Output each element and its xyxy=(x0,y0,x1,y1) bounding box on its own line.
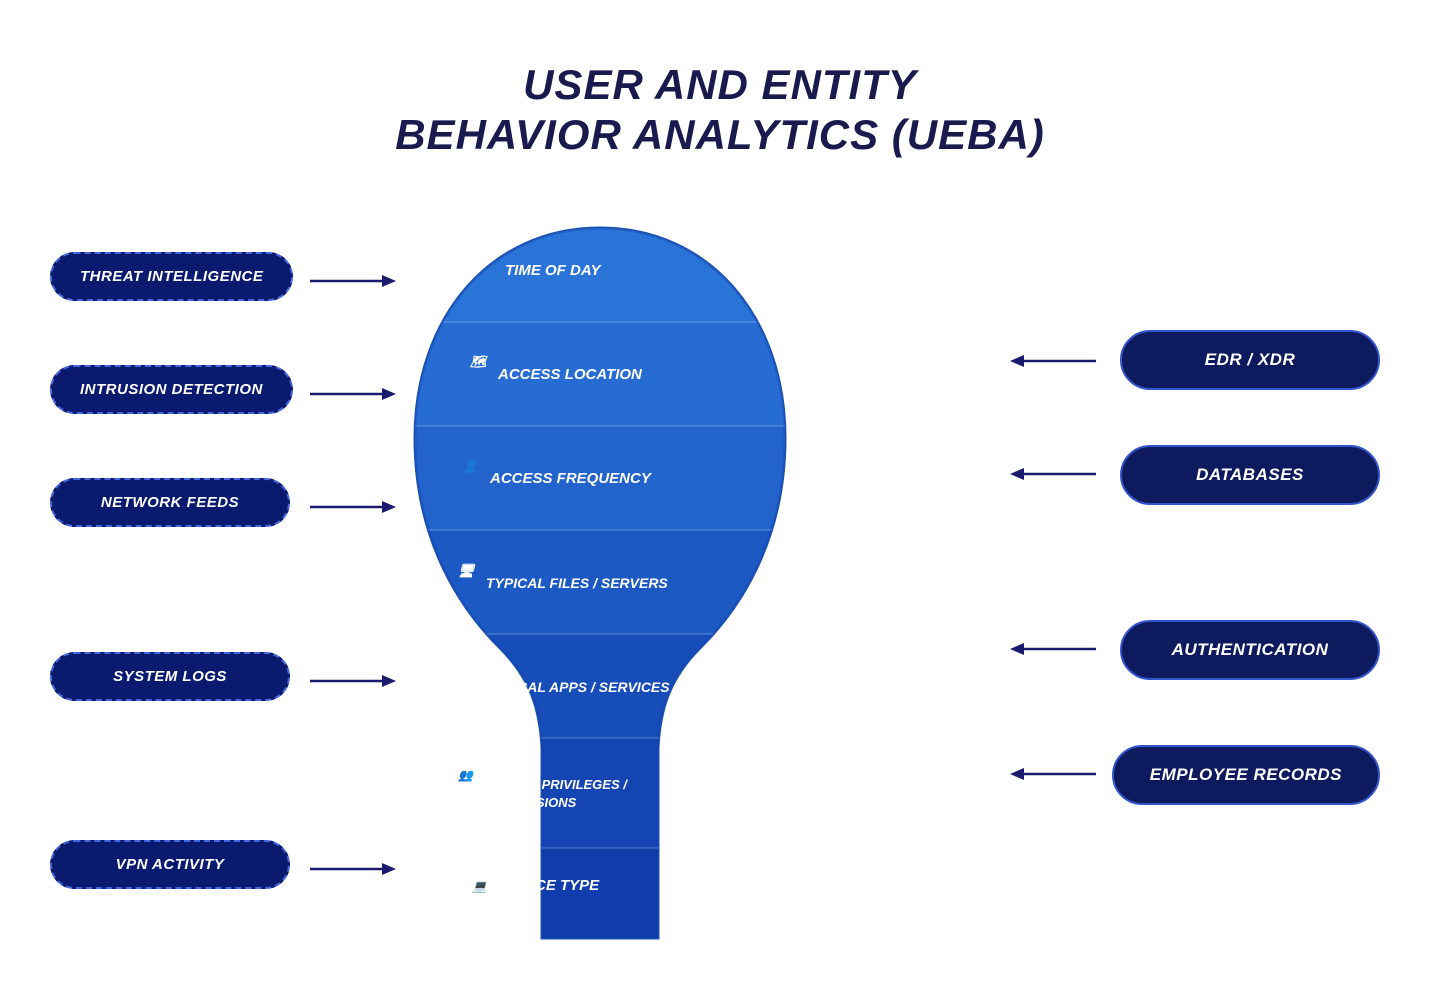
title-line2: BEHAVIOR ANALYTICS (UEBA) xyxy=(0,110,1440,160)
arrow-system-logs xyxy=(310,673,400,689)
svg-text:👤: 👤 xyxy=(462,458,480,473)
left-pill-system-logs: SYSTEM LOGS xyxy=(50,652,290,701)
right-pill-employee-records: EMPLOYEE RECORDS xyxy=(1112,745,1380,805)
arrow-databases xyxy=(1010,466,1100,482)
arrow-authentication xyxy=(1010,641,1100,657)
svg-text:ACCESS FREQUENCY: ACCESS FREQUENCY xyxy=(489,470,653,487)
svg-text:PERMISSIONS: PERMISSIONS xyxy=(486,795,577,810)
svg-text:💻: 💻 xyxy=(471,879,489,893)
svg-text:🗺: 🗺 xyxy=(469,354,488,369)
left-pill-threat-intelligence: THREAT INTELLIGENCE xyxy=(50,252,293,301)
title-line1: USER AND ENTITY xyxy=(0,60,1440,110)
svg-text:👥: 👥 xyxy=(458,768,475,782)
arrow-intrusion-detection xyxy=(310,386,400,402)
right-pill-databases: DATABASES xyxy=(1120,445,1380,505)
right-pill-authentication: AUTHENTICATION xyxy=(1120,620,1380,680)
diagram-container: ⏱ TIME OF DAY 🗺 ACCESS LOCATION 👤 ACCESS… xyxy=(0,200,1440,960)
page-title: USER AND ENTITY BEHAVIOR ANALYTICS (UEBA… xyxy=(0,0,1440,161)
svg-text:🖥: 🖥 xyxy=(458,667,476,682)
svg-text:TYPICAL FILES / SERVERS: TYPICAL FILES / SERVERS xyxy=(486,575,668,591)
svg-text:⏱: ⏱ xyxy=(480,251,492,266)
left-pill-intrusion-detection: INTRUSION DETECTION xyxy=(50,365,293,414)
left-pill-network-feeds: NETWORK FEEDS xyxy=(50,478,290,527)
svg-text:DEVICE TYPE: DEVICE TYPE xyxy=(500,877,600,894)
svg-text:ROLES / PRIVILEGES /: ROLES / PRIVILEGES / xyxy=(486,777,628,792)
head-silhouette: ⏱ TIME OF DAY 🗺 ACCESS LOCATION 👤 ACCESS… xyxy=(390,218,810,948)
left-pill-vpn-activity: VPN ACTIVITY xyxy=(50,840,290,889)
svg-text:TIME OF DAY: TIME OF DAY xyxy=(505,262,603,279)
arrow-employee-records xyxy=(1010,766,1100,782)
right-pill-edr-xdr: EDR / XDR xyxy=(1120,330,1380,390)
svg-text:🖥: 🖥 xyxy=(458,563,476,578)
arrow-network-feeds xyxy=(310,499,400,515)
arrow-vpn-activity xyxy=(310,861,400,877)
arrow-threat-intelligence xyxy=(310,273,400,289)
svg-text:ACCESS LOCATION: ACCESS LOCATION xyxy=(497,366,643,383)
svg-text:TYPICAL APPS / SERVICES: TYPICAL APPS / SERVICES xyxy=(486,679,670,695)
arrow-edr-xdr xyxy=(1010,353,1100,369)
